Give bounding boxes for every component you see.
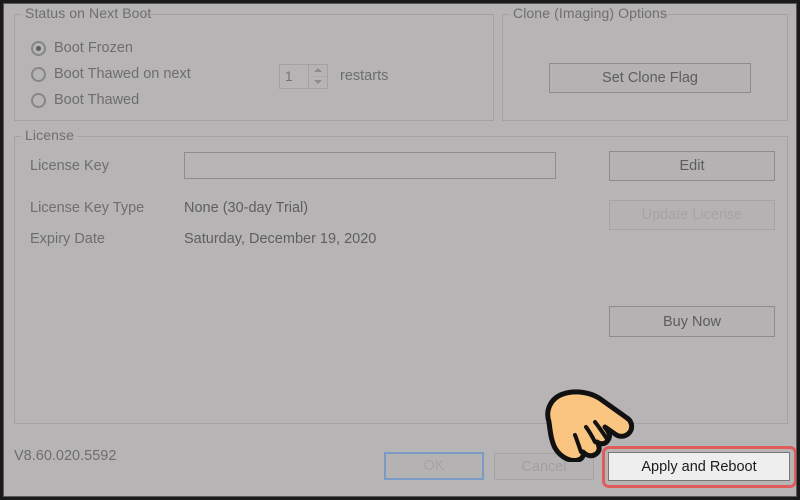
deep-freeze-configuration-dialog: Status on Next Boot Boot Frozen Boot Tha… — [3, 3, 797, 497]
license-group-title: License — [25, 127, 74, 143]
ok-button[interactable]: OK — [384, 452, 484, 480]
groupbox-top-line-right — [77, 136, 787, 137]
license-key-label: License Key — [30, 158, 109, 174]
chevron-up-icon — [314, 68, 322, 73]
restarts-decrement-button[interactable] — [309, 77, 327, 89]
groupbox-top-line-right — [143, 14, 493, 15]
apply-and-reboot-button[interactable]: Apply and Reboot — [608, 452, 790, 481]
restarts-increment-button[interactable] — [309, 65, 327, 77]
radio-boot-frozen-label: Boot Frozen — [54, 40, 133, 56]
edit-button[interactable]: Edit — [609, 151, 775, 181]
license-key-input[interactable] — [184, 152, 556, 179]
radio-boot-thawed-indicator[interactable] — [31, 92, 46, 108]
radio-boot-frozen-indicator[interactable] — [31, 40, 46, 56]
license-key-type-label: License Key Type — [30, 200, 145, 216]
version-label: V8.60.020.5592 — [14, 448, 117, 464]
cancel-button[interactable]: Cancel — [494, 453, 594, 480]
restarts-stepper-buttons[interactable] — [309, 64, 328, 89]
status-on-next-boot-group: Status on Next Boot Boot Frozen Boot Tha… — [14, 5, 494, 121]
update-license-button[interactable]: Update License — [609, 200, 775, 230]
radio-boot-frozen[interactable]: Boot Frozen — [31, 40, 133, 56]
radio-boot-thawed-label: Boot Thawed — [54, 92, 140, 108]
groupbox-top-line-right — [661, 14, 787, 15]
radio-boot-thawed-on-next[interactable]: Boot Thawed on next — [31, 66, 191, 82]
radio-boot-thawed[interactable]: Boot Thawed — [31, 92, 139, 108]
restarts-unit-label: restarts — [340, 68, 389, 84]
clone-group-title: Clone (Imaging) Options — [513, 5, 668, 21]
restarts-stepper[interactable]: 1 — [279, 64, 328, 89]
license-key-type-value: None (30-day Trial) — [184, 200, 309, 216]
radio-boot-thawed-on-next-label: Boot Thawed on next — [54, 66, 191, 82]
radio-boot-thawed-on-next-indicator[interactable] — [31, 66, 46, 82]
set-clone-flag-button[interactable]: Set Clone Flag — [549, 63, 751, 93]
buy-now-button[interactable]: Buy Now — [609, 306, 775, 337]
expiry-date-label: Expiry Date — [30, 231, 105, 247]
chevron-down-icon — [314, 80, 322, 85]
status-group-title: Status on Next Boot — [25, 5, 152, 21]
expiry-date-value: Saturday, December 19, 2020 — [184, 231, 377, 247]
restarts-input[interactable]: 1 — [279, 64, 309, 89]
